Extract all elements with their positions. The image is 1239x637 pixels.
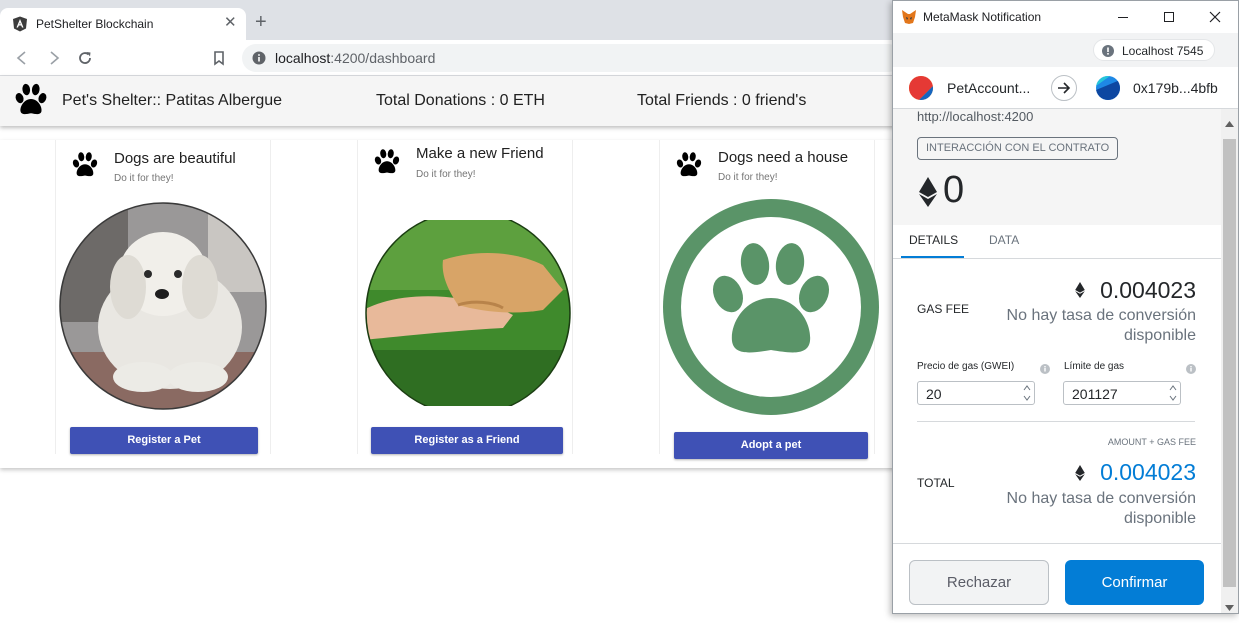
eth-icon [1075,465,1085,481]
active-tab-indicator [901,256,964,258]
reload-icon[interactable] [75,48,95,68]
card-register-pet: Dogs are beautiful Do it for they! Regis… [55,140,271,454]
app-header: Pet's Shelter:: Patitas Albergue Total D… [0,76,900,126]
app-title: Pet's Shelter:: Patitas Albergue [62,92,283,109]
url-text: localhost:4200/dashboard [275,50,436,66]
card-adopt: Dogs need a house Do it for they! Adopt … [659,140,879,459]
white-dog-photo [58,202,268,415]
info-icon[interactable] [1040,361,1050,374]
transaction-panel: http://localhost:4200 INTERACCIÓN CON EL… [893,109,1238,613]
footer-divider [893,543,1221,544]
stepper-icon[interactable] [1168,383,1178,403]
browser-tab[interactable]: PetShelter Blockchain ✕ [0,8,246,40]
forward-icon[interactable] [44,48,64,68]
tab-title: PetShelter Blockchain [36,17,154,31]
back-icon[interactable] [12,48,32,68]
tab-close-icon[interactable]: ✕ [224,15,237,31]
to-account[interactable]: 0x179b...4bfb [1133,80,1218,96]
gas-limit-label: Límite de gas [1064,361,1125,372]
from-account-avatar [909,76,933,100]
paw-icon [372,147,402,177]
maximize-icon[interactable] [1159,7,1179,27]
tab-details[interactable]: DETAILS [909,233,958,247]
reject-button[interactable]: Rechazar [909,560,1049,605]
gas-fee-label: GAS FEE [917,302,970,316]
gas-limit-input[interactable]: 201127 [1063,381,1181,405]
total-value: 0.004023 [1100,459,1196,485]
card-register-friend: Make a new Friend Do it for they! Regist… [357,140,573,454]
window-close-icon[interactable] [1205,7,1225,27]
gas-fee-value: 0.004023 [1100,277,1196,303]
eth-icon [919,177,937,207]
paw-logo-icon [12,81,50,119]
network-selector[interactable]: Localhost 7545 [1093,39,1215,61]
transaction-summary: http://localhost:4200 INTERACCIÓN CON EL… [893,109,1221,225]
metamask-window-title: MetaMask Notification [923,10,1042,24]
card-subtitle: Do it for they! [114,173,174,184]
new-tab-icon[interactable]: + [255,12,267,32]
info-icon[interactable] [1186,361,1196,374]
scroll-up-icon[interactable] [1225,115,1234,127]
scroll-down-icon[interactable] [1225,599,1234,611]
dashboard: Dogs are beautiful Do it for they! Regis… [0,140,900,468]
hand-and-paw-photo [363,210,573,416]
network-status-icon [1102,44,1114,57]
tab-data[interactable]: DATA [989,233,1019,247]
gas-fee-conversion-note: No hay tasa de conversión disponible [1006,307,1196,344]
scrollbar[interactable] [1221,109,1238,613]
metamask-fox-icon [901,9,917,25]
network-bar: Localhost 7545 [893,33,1238,67]
stepper-icon[interactable] [1022,383,1032,403]
contract-interaction-badge: INTERACCIÓN CON EL CONTRATO [917,137,1119,160]
total-label: TOTAL [917,476,955,490]
origin-url: http://localhost:4200 [917,109,1034,124]
screen: PetShelter Blockchain ✕ + localhost:4200… [0,0,1239,637]
scrollbar-thumb[interactable] [1223,139,1236,587]
card-subtitle: Do it for they! [416,169,476,180]
total-conversion-note: No hay tasa de conversión disponible [1006,490,1196,527]
arrow-right-icon [1051,75,1077,101]
total-donations: Total Donations : 0 ETH [376,92,545,109]
minimize-icon[interactable] [1113,7,1133,27]
site-info-icon[interactable] [252,51,266,65]
details-tabs: DETAILS DATA [893,225,1221,259]
from-account[interactable]: PetAccount... [947,80,1030,96]
gas-price-input[interactable]: 20 [917,381,1035,405]
card-title: Make a new Friend [416,145,544,162]
transaction-amount: 0 [943,169,965,211]
address-bar[interactable]: localhost:4200/dashboard [242,44,902,72]
card-title: Dogs are beautiful [114,150,236,167]
metamask-titlebar: MetaMask Notification [893,1,1238,33]
adopt-pet-button[interactable]: Adopt a pet [674,432,868,459]
eth-icon [1075,282,1085,298]
gas-limit-value: 201127 [1072,386,1118,402]
green-paw-logo [662,198,880,421]
amount-plus-fee-label: AMOUNT + GAS FEE [1107,437,1196,447]
total-friends: Total Friends : 0 friend's [637,92,807,109]
angular-icon [12,16,28,32]
gas-price-value: 20 [926,386,942,402]
account-bar: PetAccount... 0x179b...4bfb [893,67,1238,109]
to-account-avatar [1096,76,1120,100]
paw-icon [674,150,704,180]
metamask-window: MetaMask Notification Localhost 7545 Pet… [892,0,1239,614]
network-label: Localhost 7545 [1122,44,1204,58]
register-pet-button[interactable]: Register a Pet [70,427,258,454]
card-title: Dogs need a house [718,149,849,166]
confirm-button[interactable]: Confirmar [1065,560,1204,605]
gas-price-label: Precio de gas (GWEI) [917,361,1015,372]
bookmark-icon[interactable] [209,48,229,68]
card-subtitle: Do it for they! [718,172,778,183]
paw-icon [70,150,100,180]
divider [917,421,1195,422]
register-friend-button[interactable]: Register as a Friend [371,427,563,454]
